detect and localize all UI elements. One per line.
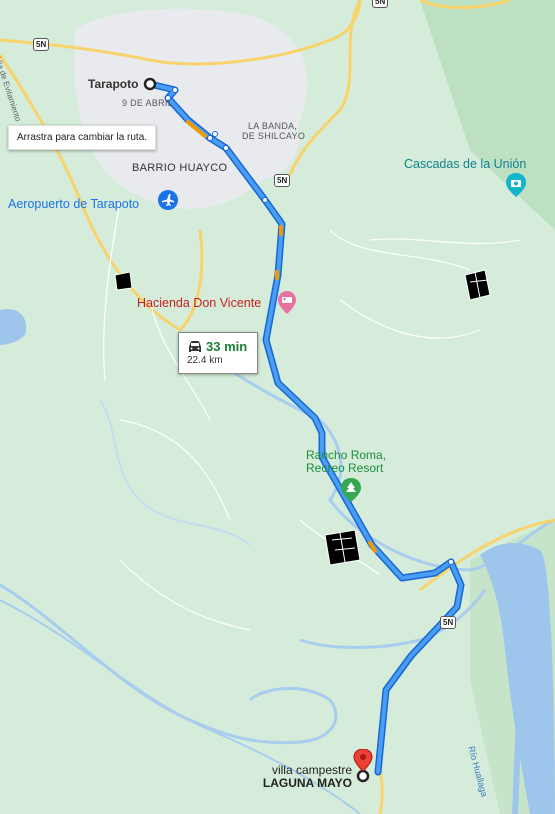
rancho-label-1[interactable]: Rancho Roma, [306,448,386,462]
lake [0,309,27,345]
tourist-attraction-icon[interactable] [506,173,526,197]
airport-label[interactable]: Aeropuerto de Tarapoto [8,197,139,211]
car-icon [189,341,201,352]
destination-pin-icon[interactable] [353,749,373,773]
map-canvas[interactable]: Tarapoto 9 DE ABRIL LA BANDA, DE SHILCAY… [0,0,555,814]
cascadas-label[interactable]: Cascadas de la Unión [404,157,526,171]
highway-shield: 5N [33,38,50,51]
destination-line-2: LAGUNA MAYO [262,776,352,790]
hacienda-label[interactable]: Hacienda Don Vicente [137,296,261,310]
route-distance: 22.4 km [187,355,223,366]
place-barrio-huayco: BARRIO HUAYCO [132,162,228,174]
drag-route-tooltip: Arrastra para cambiar la ruta. [8,125,157,150]
hotel-pin-icon[interactable] [278,291,296,315]
park-pin-icon[interactable] [341,478,361,502]
airport-icon[interactable] [158,190,178,210]
destination-label[interactable]: villa campestre LAGUNA MAYO [248,764,352,790]
highway-shield: 5N [440,616,457,629]
place-shilcayo: DE SHILCAYO [242,131,306,141]
rancho-label-2[interactable]: Recreo Resort [306,461,383,475]
highway-shield: 5N [372,0,389,8]
place-9-de-abril: 9 DE ABRIL [122,98,174,108]
origin-marker [143,77,157,91]
highway-shield: 5N [274,174,291,187]
origin-label[interactable]: Tarapoto [88,77,138,91]
route-info-box[interactable]: 33 min 22.4 km [178,332,258,374]
place-la-banda: LA BANDA, [248,121,298,131]
route-duration: 33 min [206,339,248,354]
